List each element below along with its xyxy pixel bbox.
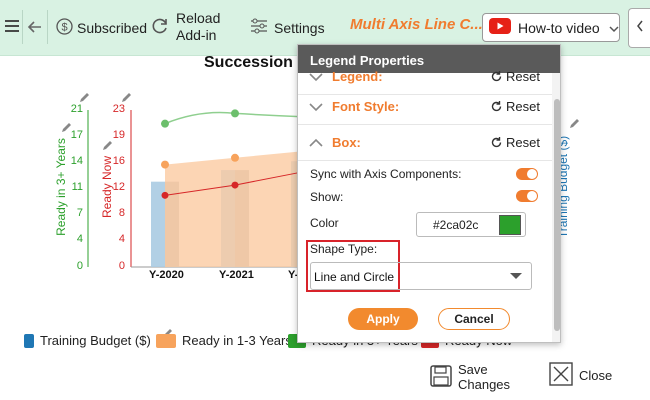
sync-axis-label: Sync with Axis Components: [310, 167, 462, 181]
sync-axis-toggle[interactable] [516, 168, 538, 180]
reset-icon [491, 71, 502, 82]
save-icon [430, 364, 452, 390]
reset-icon [491, 137, 502, 148]
close-label: Close [579, 368, 613, 383]
legend-label: Ready in 1-3 Years [182, 333, 292, 348]
point-ready-now [231, 181, 239, 189]
left-axis-2-tick: 16 [112, 155, 125, 167]
reset-button[interactable]: Reset [490, 135, 540, 150]
show-label: Show: [310, 190, 344, 204]
area-ready-1-3-years [165, 150, 305, 267]
reset-label: Reset [506, 135, 540, 150]
reset-button[interactable]: Reset [490, 99, 540, 114]
point-ready-1-3-years [231, 153, 239, 162]
x-category-label: Y-2020 [149, 269, 184, 281]
show-toggle[interactable] [516, 190, 538, 202]
app-root: $ Subscribed Reload Add-in Settings Mult… [0, 0, 650, 400]
reset-button[interactable]: Reset [490, 69, 540, 84]
changes-label: Changes [458, 377, 511, 392]
point-ready-3plus [231, 109, 239, 118]
close-icon [549, 362, 573, 389]
caret-down-icon [510, 273, 522, 279]
legend-swatch [156, 333, 176, 348]
left-axis-1-tick: 0 [76, 260, 83, 272]
left-axis-1-tick: 21 [70, 103, 83, 115]
panel-scrollbar-thumb[interactable] [554, 99, 560, 331]
legend-swatch [24, 333, 34, 348]
color-swatch-button[interactable] [499, 215, 521, 235]
legend-item-ready-1-3[interactable]: Ready in 1-3 Years [156, 333, 292, 348]
legend-item-training-budget[interactable]: Training Budget ($) [24, 333, 151, 348]
reset-label: Reset [506, 99, 540, 114]
x-category-label: Y-2021 [219, 269, 254, 281]
shape-type-select[interactable]: Line and Circle [310, 262, 532, 290]
point-ready-now [161, 191, 169, 199]
left-axis-2-tick: 0 [118, 260, 125, 272]
shape-type-label: Shape Type: [310, 242, 378, 256]
edit-pencil-icon[interactable] [568, 118, 580, 130]
section-label: Font Style: [332, 99, 400, 114]
edit-pencil-icon[interactable] [78, 92, 90, 104]
reset-icon [491, 101, 502, 112]
section-label: Legend: [332, 69, 383, 84]
left-axis-1-tick: 14 [70, 155, 83, 167]
close-button[interactable]: Close [549, 362, 612, 389]
edit-pencil-icon[interactable] [120, 92, 132, 104]
legend-properties-panel: Legend Properties Legend: Reset Font Sty… [297, 44, 561, 343]
edit-pencil-icon[interactable] [60, 122, 72, 134]
section-label: Box: [332, 135, 361, 150]
section-box[interactable]: Box: Reset [298, 125, 552, 161]
left-axis-1-tick: 11 [71, 181, 83, 193]
chevron-down-icon [309, 73, 323, 82]
left-axis-1-tick: 7 [76, 207, 83, 219]
save-label: Save [458, 362, 488, 377]
point-ready-3plus [161, 119, 169, 128]
point-ready-1-3-years [161, 160, 169, 169]
left-axis-1-tick: 4 [76, 233, 83, 245]
cancel-button[interactable]: Cancel [438, 308, 510, 330]
left-axis-2-tick: 23 [112, 103, 125, 115]
chevron-up-icon [309, 138, 323, 147]
left-axis-2-tick: 8 [118, 207, 125, 219]
save-changes-button[interactable]: Save Changes [430, 362, 510, 392]
legend-label: Training Budget ($) [40, 333, 151, 348]
edit-pencil-icon[interactable] [101, 140, 113, 152]
color-label: Color [310, 216, 339, 230]
apply-button[interactable]: Apply [348, 308, 418, 330]
left-axis-2-tick: 12 [112, 181, 125, 193]
section-font-style[interactable]: Font Style: Reset [298, 89, 552, 125]
reset-label: Reset [506, 69, 540, 84]
left-axis-2-tick: 4 [118, 233, 125, 245]
chevron-down-icon [309, 103, 323, 112]
